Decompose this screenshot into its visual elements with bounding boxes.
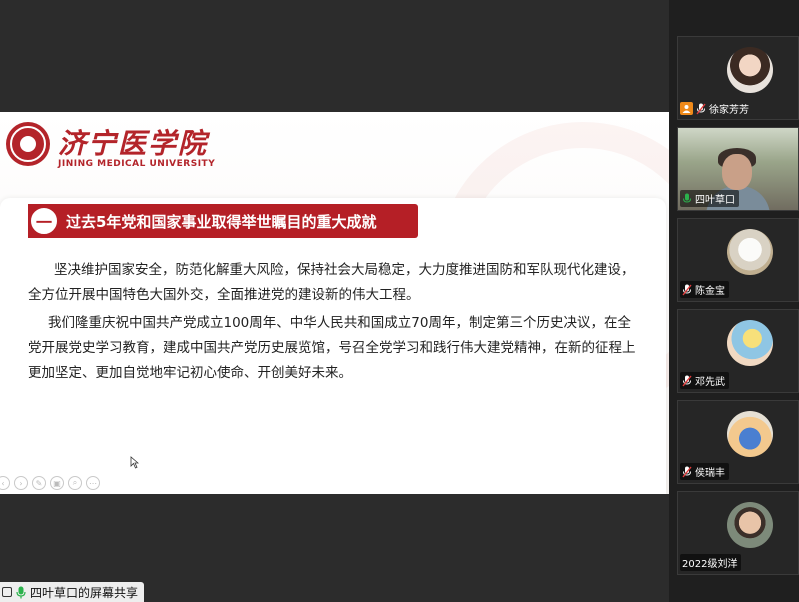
university-name-en: JINING MEDICAL UNIVERSITY [58, 159, 216, 169]
paragraph-1: 坚决维护国家安全，防范化解重大风险，保持社会大局稳定，大力度推进国防和军队现代化… [28, 262, 635, 303]
participant-name: 邓先武 [695, 377, 725, 388]
presentation-slide: 济宁医学院 JINING MEDICAL UNIVERSITY 一 过去5年党和… [0, 112, 669, 494]
participant-name: 侯瑞丰 [695, 468, 725, 479]
section-heading: 过去5年党和国家事业取得举世瞩目的重大成就 [66, 213, 377, 231]
mic-muted-icon [682, 284, 692, 295]
microphone-icon [16, 586, 26, 598]
participant-name: 四叶草口 [695, 195, 735, 206]
zoom-icon[interactable]: ⌕ [68, 476, 82, 490]
participant-tile[interactable]: 侯瑞丰 [677, 400, 799, 484]
slides-grid-icon[interactable]: ▣ [50, 476, 64, 490]
slide-controls: ‹ › ✎ ▣ ⌕ ⋯ [0, 476, 100, 490]
more-icon[interactable]: ⋯ [86, 476, 100, 490]
video-person-face [722, 154, 752, 190]
participant-tile[interactable]: 2022级刘洋 [677, 491, 799, 575]
screen-share-indicator: 四叶草口的屏幕共享 [0, 582, 145, 602]
participant-name-tag: 邓先武 [680, 372, 729, 389]
screen-share-icon [2, 587, 12, 597]
avatar [727, 229, 773, 275]
participant-name-tag: 侯瑞丰 [680, 463, 729, 480]
shared-screen-area: 济宁医学院 JINING MEDICAL UNIVERSITY 一 过去5年党和… [0, 0, 669, 602]
mouse-cursor-icon [130, 456, 139, 469]
participant-tile[interactable]: 邓先武 [677, 309, 799, 393]
mic-muted-icon [682, 375, 692, 386]
university-name-cn: 济宁医学院 [58, 127, 209, 160]
mic-muted-icon [696, 103, 706, 114]
next-slide-icon[interactable]: › [14, 476, 28, 490]
microphone-icon [683, 193, 691, 203]
prev-slide-icon[interactable]: ‹ [0, 476, 10, 490]
avatar [727, 320, 773, 366]
participant-tile[interactable]: 徐家芳芳 [677, 36, 799, 120]
participant-name: 2022级刘洋 [682, 559, 738, 570]
participant-tile[interactable]: 陈金宝 [677, 218, 799, 302]
section-number-badge: 一 [28, 205, 60, 237]
screen-share-label: 四叶草口的屏幕共享 [30, 585, 139, 600]
avatar [727, 47, 773, 93]
participant-name-tag: 四叶草口 [680, 190, 739, 207]
avatar [727, 411, 773, 457]
avatar [727, 502, 773, 548]
participant-name: 徐家芳芳 [709, 105, 749, 116]
participant-name-tag: 2022级刘洋 [680, 554, 742, 571]
university-seal-logo [6, 122, 50, 166]
participant-name: 陈金宝 [695, 286, 725, 297]
participant-name-tag: 徐家芳芳 [678, 100, 753, 117]
participant-name-tag: 陈金宝 [680, 281, 729, 298]
pen-icon[interactable]: ✎ [32, 476, 46, 490]
mic-muted-icon [682, 466, 692, 477]
paragraph-2: 我们隆重庆祝中国共产党成立100周年、中华人民共和国成立70周年，制定第三个历史… [28, 315, 636, 381]
host-icon [680, 102, 693, 115]
participant-tile-active[interactable]: 四叶草口 [677, 127, 799, 211]
participant-sidebar: 徐家芳芳 四叶草口 陈金宝 邓先武 侯瑞丰 2022级刘洋 [669, 0, 799, 602]
